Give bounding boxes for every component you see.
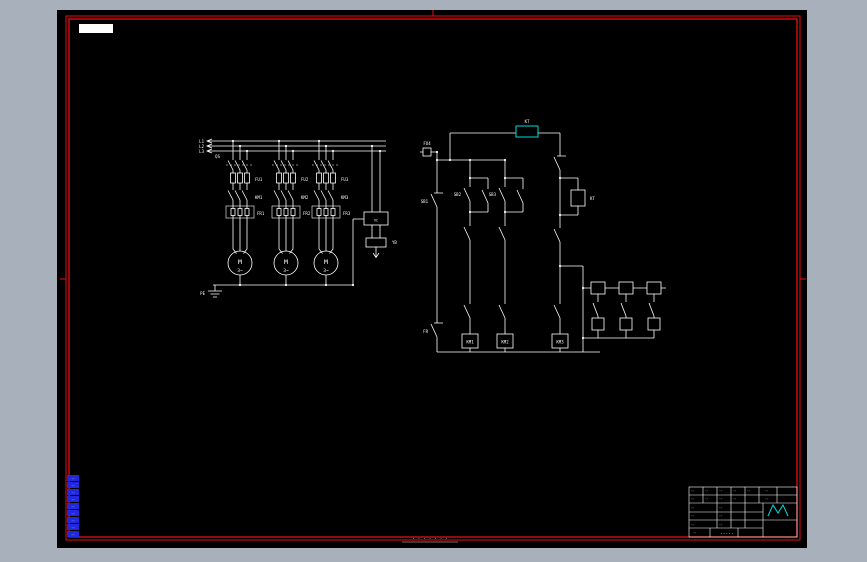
title-cell: ··	[691, 514, 695, 518]
timer-label-side: KT	[590, 196, 595, 201]
drawing-canvas[interactable]	[57, 10, 807, 548]
title-cell: ··	[747, 489, 751, 493]
margin-cell-text: ··	[71, 526, 75, 530]
doc-number: ·····	[720, 532, 734, 537]
title-cell: ··	[719, 497, 723, 501]
start-button-1-label: SB2	[454, 192, 462, 197]
margin-cell-text: ··	[71, 484, 75, 488]
title-cell: ··	[705, 497, 709, 501]
title-cell: ··	[705, 489, 709, 493]
title-cell: ··	[765, 497, 769, 501]
title-cell: ··	[691, 497, 695, 501]
phase-label-l3: L3	[199, 149, 204, 154]
margin-cell-text: ··	[71, 498, 75, 502]
title-cell: ··	[719, 523, 723, 527]
title-cell: ··	[765, 489, 769, 493]
motor-3-label: M	[324, 258, 328, 266]
title-cell: ··	[691, 523, 695, 527]
fuse-label-1: FU1	[255, 177, 263, 182]
title-cell: ··	[691, 506, 695, 510]
control-fuse-label: FU4	[423, 141, 431, 146]
overload-label-1: FR1	[257, 211, 265, 216]
stop-button-label: SB1	[421, 199, 429, 204]
margin-table: ·· ·· ·· ·· ·· ·· ·· ·· ··	[67, 475, 79, 537]
margin-cell-text: ··	[71, 533, 75, 537]
fuse-label-3: FU3	[341, 177, 349, 182]
overload-label-2: FR2	[303, 211, 311, 216]
label-block	[79, 24, 113, 33]
ground-label: PE	[200, 291, 205, 296]
margin-cell-text: ··	[71, 477, 75, 481]
switch-label: QS	[215, 154, 220, 159]
motor-2-label: M	[284, 258, 288, 266]
rectifier-label: VC	[374, 219, 378, 223]
title-cell: ··	[719, 489, 723, 493]
control-overload-label: FR	[423, 329, 428, 334]
start-button-2-label: SB3	[489, 192, 497, 197]
timer-relay-box	[570, 189, 586, 207]
timer-label-top: KT	[525, 119, 530, 124]
coil-km3-label: KM3	[556, 340, 564, 345]
margin-cell-text: ··	[71, 505, 75, 509]
cad-viewport: L1 L2 L3 QS M 3~ M 3~ M 3~ PE VC YB FU1 …	[0, 0, 867, 562]
overload-label-3: FR3	[343, 211, 351, 216]
title-cell: ··	[733, 489, 737, 493]
title-cell: ··	[733, 497, 737, 501]
brake-coil	[365, 237, 387, 248]
margin-cell-text: ··	[71, 512, 75, 516]
control-fuse	[422, 147, 432, 157]
timer-contact-box	[515, 125, 539, 138]
coil-km1-label: KM1	[466, 340, 474, 345]
title-cell: ··	[719, 506, 723, 510]
motor-1-label: M	[238, 258, 242, 266]
title-cell: ··	[719, 514, 723, 518]
margin-cell-text: ··	[71, 491, 75, 495]
contactor-label-1: KM1	[255, 195, 263, 200]
title-cell: ··	[691, 489, 695, 493]
caption-text: · · · · · · ·	[412, 537, 448, 542]
brake-label: YB	[392, 240, 397, 245]
title-cell: ··	[693, 531, 697, 535]
coil-km2-label: KM2	[501, 340, 509, 345]
motor-3-type: 3~	[323, 268, 329, 274]
margin-cell-text: ··	[71, 519, 75, 523]
motor-2-type: 3~	[283, 268, 289, 274]
contactor-label-3: KM3	[341, 195, 349, 200]
fuse-label-2: FU2	[301, 177, 309, 182]
motor-1-type: 3~	[237, 268, 243, 274]
contactor-label-2: KM2	[301, 195, 309, 200]
